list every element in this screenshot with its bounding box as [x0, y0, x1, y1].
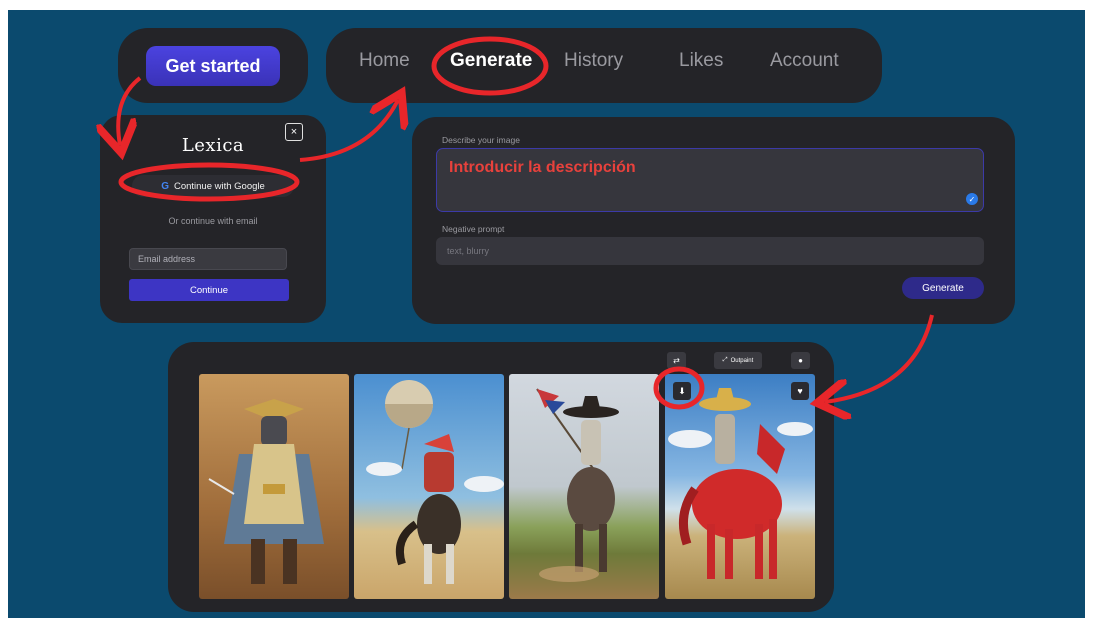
results-gallery: ⇄ ⤢ Outpaint ● ⬇ ♥: [168, 342, 834, 612]
prompt-input[interactable]: Introducir la descripción ✓: [436, 148, 984, 212]
nav-home[interactable]: Home: [359, 50, 410, 72]
or-continue-text: Or continue with email: [168, 216, 258, 226]
describe-label: Describe your image: [442, 135, 520, 145]
google-icon: G: [161, 180, 169, 192]
knight-with-lance-on-horse-image: [536, 388, 619, 582]
result-image-1[interactable]: [199, 374, 349, 599]
outpaint-label: Outpaint: [730, 357, 754, 364]
more-options-icon[interactable]: ●: [791, 352, 810, 369]
nav-generate[interactable]: Generate: [450, 50, 532, 72]
generate-button[interactable]: Generate: [902, 277, 984, 299]
rider-with-balloon-image: [366, 380, 504, 584]
result-image-3[interactable]: [509, 374, 659, 599]
google-button-label: Continue with Google: [173, 180, 265, 192]
prompt-text: Introducir la descripción: [449, 159, 636, 176]
continue-button[interactable]: Continue: [129, 279, 289, 301]
heart-icon[interactable]: ♥: [791, 382, 809, 400]
get-started-button[interactable]: Get started: [146, 46, 280, 86]
generate-form: Describe your image Introducir la descri…: [412, 117, 1015, 324]
continue-with-google-button[interactable]: G Continue with Google: [132, 175, 294, 197]
result-image-4[interactable]: ⬇ ♥: [665, 374, 815, 599]
negative-prompt-input[interactable]: text, blurry: [436, 237, 984, 265]
outpaint-button[interactable]: ⤢ Outpaint: [714, 352, 762, 369]
expand-icon: ⤢: [722, 357, 728, 363]
knight-on-red-horse-image: [668, 388, 813, 579]
top-navbar: Home Generate History Likes Account: [326, 28, 882, 103]
email-field[interactable]: Email address: [129, 248, 287, 270]
nav-history[interactable]: History: [564, 50, 623, 72]
nav-account[interactable]: Account: [770, 50, 839, 72]
download-icon[interactable]: ⬇: [673, 382, 691, 400]
close-icon[interactable]: ×: [285, 123, 303, 141]
negative-prompt-label: Negative prompt: [442, 224, 505, 234]
nav-likes[interactable]: Likes: [679, 50, 723, 72]
check-icon: ✓: [966, 193, 978, 205]
login-modal: Lexica × G Continue with Google Or conti…: [100, 115, 326, 323]
get-started-panel: Get started: [118, 28, 308, 103]
knight-figure-image: [208, 399, 324, 584]
swap-icon[interactable]: ⇄: [667, 352, 686, 369]
result-image-2[interactable]: [354, 374, 504, 599]
